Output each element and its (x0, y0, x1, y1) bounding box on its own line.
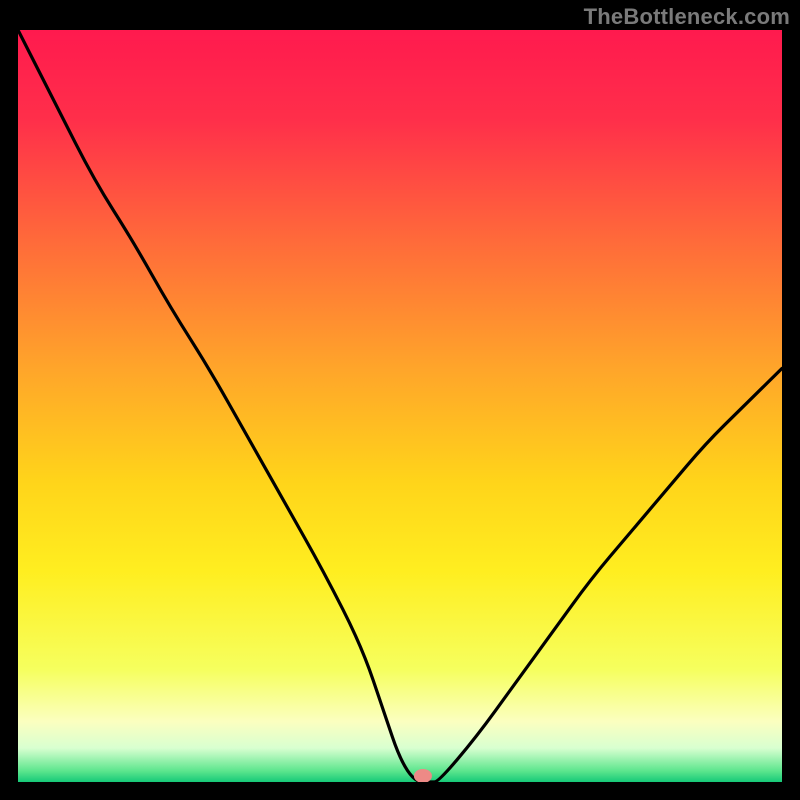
bottleneck-curve-chart (18, 30, 782, 782)
chart-container: TheBottleneck.com (0, 0, 800, 800)
gradient-background (18, 30, 782, 782)
watermark-text: TheBottleneck.com (584, 4, 790, 30)
plot-area (18, 30, 782, 782)
